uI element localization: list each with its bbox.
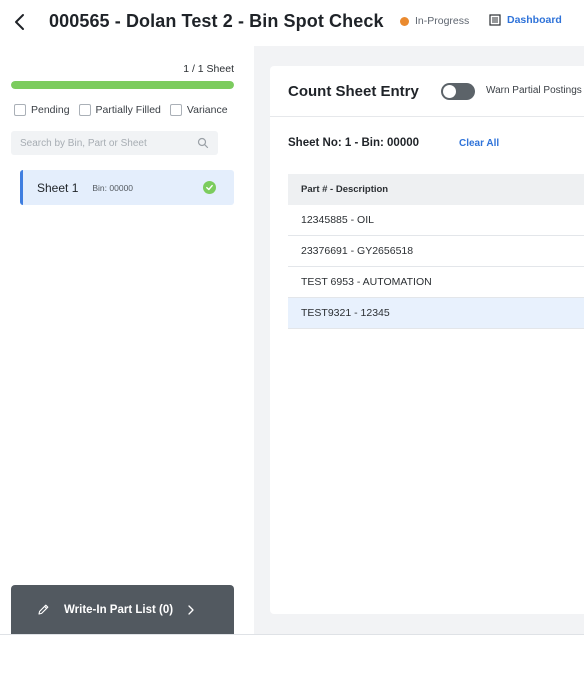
divider bbox=[270, 116, 584, 117]
clear-all-button[interactable]: Clear All bbox=[459, 138, 499, 149]
sheet-list-item[interactable]: Sheet 1 Bin: 00000 bbox=[20, 170, 234, 205]
warn-partial-toggle[interactable] bbox=[441, 83, 475, 100]
table-row[interactable]: TEST9321 - 12345 bbox=[288, 298, 584, 329]
warn-partial-label: Warn Partial Postings bbox=[486, 85, 582, 96]
table-row[interactable]: 23376691 - GY2656518 bbox=[288, 236, 584, 267]
card-title: Count Sheet Entry bbox=[288, 83, 419, 100]
filter-partially-filled[interactable]: Partially Filled bbox=[78, 104, 161, 116]
table-row[interactable]: 12345885 - OIL bbox=[288, 205, 584, 236]
page-title: 000565 - Dolan Test 2 - Bin Spot Check bbox=[49, 11, 384, 31]
filter-variance[interactable]: Variance bbox=[169, 104, 228, 116]
sheet-count: 1 / 1 Sheet bbox=[183, 63, 234, 75]
filter-pending[interactable]: Pending bbox=[14, 104, 70, 116]
status-indicator: In-Progress bbox=[400, 15, 469, 27]
filter-label: Partially Filled bbox=[95, 104, 161, 116]
back-button[interactable] bbox=[10, 10, 30, 34]
filter-group: Pending Partially Filled Variance bbox=[14, 104, 228, 116]
search-box bbox=[11, 131, 218, 155]
status-label: In-Progress bbox=[415, 15, 470, 27]
count-sheet-card: Count Sheet Entry Warn Partial Postings … bbox=[270, 66, 584, 614]
table-row[interactable]: TEST 6953 - AUTOMATION bbox=[288, 267, 584, 298]
filter-label: Variance bbox=[186, 104, 228, 116]
status-dot-icon bbox=[400, 16, 409, 26]
sheet-progress-bar bbox=[11, 81, 234, 89]
search-input[interactable] bbox=[20, 137, 197, 149]
partially-filled-checkbox[interactable] bbox=[78, 104, 91, 116]
dashboard-label: Dashboard bbox=[507, 14, 562, 26]
search-icon[interactable] bbox=[197, 137, 209, 149]
dashboard-link[interactable]: Dashboard bbox=[489, 14, 562, 26]
check-circle-icon bbox=[203, 181, 216, 194]
parts-table: Part # - Description 12345885 - OIL 2337… bbox=[288, 174, 584, 329]
sheet-sidebar: 1 / 1 Sheet Pending Partially Filled Var… bbox=[0, 46, 254, 634]
variance-checkbox[interactable] bbox=[169, 104, 182, 116]
table-header: Part # - Description bbox=[288, 174, 584, 205]
chevron-left-icon[interactable] bbox=[10, 10, 30, 34]
page-header: 000565 - Dolan Test 2 - Bin Spot Check I… bbox=[0, 0, 584, 46]
filter-label: Pending bbox=[31, 104, 70, 116]
chevron-right-icon bbox=[188, 604, 194, 615]
toggle-knob bbox=[443, 85, 456, 98]
sheet-name: Sheet 1 bbox=[37, 180, 79, 195]
pencil-icon bbox=[38, 604, 49, 615]
sheet-info: Sheet No: 1 - Bin: 00000 bbox=[288, 137, 420, 149]
footer-divider bbox=[0, 634, 584, 635]
progress-fill bbox=[11, 81, 234, 89]
write-in-part-list-button[interactable]: Write-In Part List (0) bbox=[11, 585, 234, 634]
write-in-label: Write-In Part List (0) bbox=[64, 603, 174, 616]
pending-checkbox[interactable] bbox=[14, 104, 26, 116]
sheet-bin: Bin: 00000 bbox=[92, 182, 134, 193]
document-list-icon bbox=[489, 14, 501, 26]
